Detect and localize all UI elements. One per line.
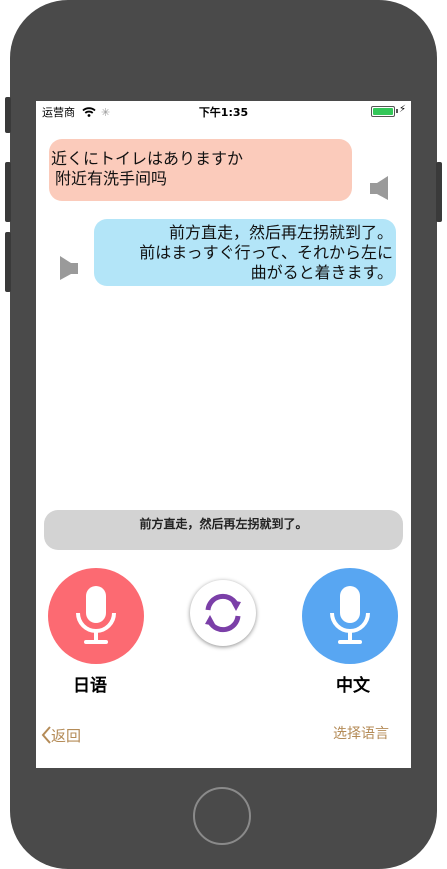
mute-switch <box>5 97 11 133</box>
volume-down-button <box>5 232 11 292</box>
japanese-language-label: 日语 <box>73 676 107 696</box>
message-line: 近くにトイレはありますか <box>51 149 244 168</box>
speaker-icon[interactable] <box>56 254 80 282</box>
back-label: 返回 <box>51 727 82 745</box>
volume-up-button <box>5 162 11 222</box>
japanese-mic-button[interactable] <box>48 568 144 664</box>
charging-icon: ⚡ <box>398 104 406 115</box>
status-bar: 运营商 ✳ 下午1:35 ⚡ <box>36 101 411 121</box>
message-bubble-chinese[interactable]: 前方直走，然后再左拐就到了。 前はまっすぐ行って、それから左に 曲がると着きます… <box>94 219 396 286</box>
recognition-result-bar: 前方直走，然后再左拐就到了。 <box>44 510 403 550</box>
home-button[interactable] <box>193 787 251 845</box>
microphone-icon <box>76 586 116 644</box>
message-line: 前はまっすぐ行って、それから左に <box>139 243 393 262</box>
swap-languages-button[interactable] <box>190 580 256 646</box>
select-language-button[interactable]: 选择语言 <box>333 723 389 743</box>
microphone-icon <box>330 586 370 644</box>
battery-tip <box>396 109 398 113</box>
chevron-left-icon <box>41 726 51 744</box>
chinese-language-label: 中文 <box>336 676 370 696</box>
battery-icon <box>371 106 395 117</box>
message-line: 前方直走，然后再左拐就到了。 <box>168 223 393 242</box>
message-bubble-japanese[interactable]: 近くにトイレはありますか 附近有洗手间吗 <box>49 139 352 201</box>
speaker-icon[interactable] <box>368 174 392 202</box>
message-line: 附近有洗手间吗 <box>55 169 168 188</box>
battery-level <box>373 108 393 115</box>
power-button <box>436 162 442 222</box>
app-screen: 运营商 ✳ 下午1:35 ⚡ 近くにトイレはありますか 附近有洗手间吗 前方直走… <box>36 101 411 768</box>
status-time: 下午1:35 <box>198 106 249 119</box>
message-line: 曲がると着きます。 <box>250 263 393 282</box>
chinese-mic-button[interactable] <box>302 568 398 664</box>
back-button[interactable]: 返回 <box>41 725 81 746</box>
swap-languages-icon <box>205 593 241 633</box>
